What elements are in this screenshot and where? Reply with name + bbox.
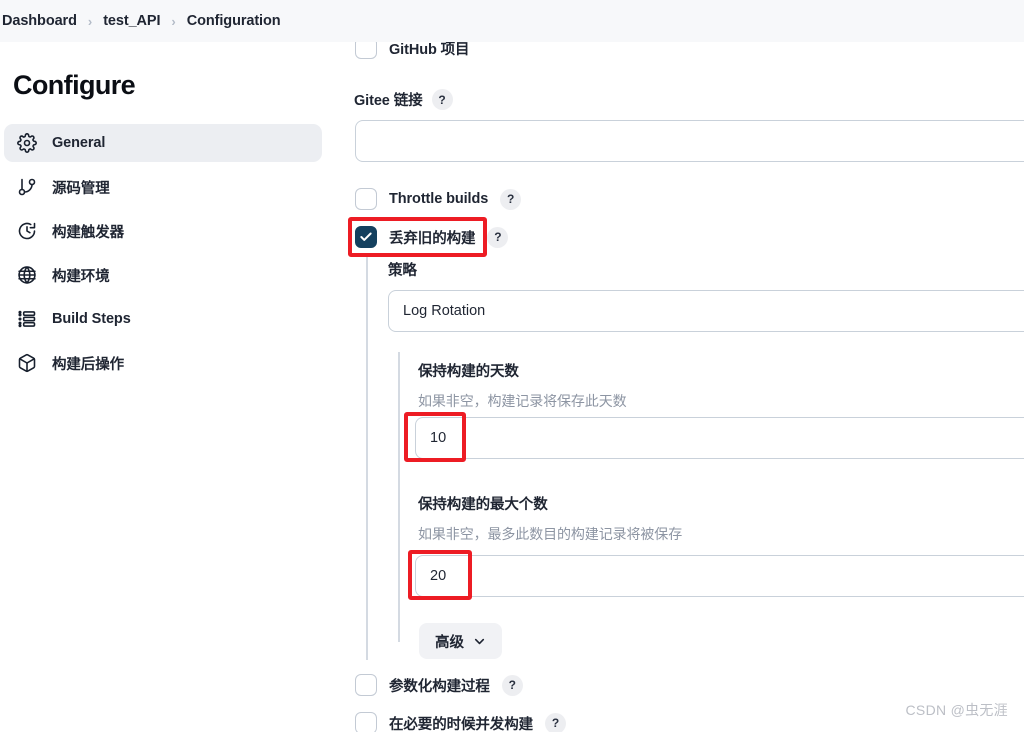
help-icon[interactable]: ? — [545, 712, 566, 732]
discard-old-builds-label: 丢弃旧的构建 — [389, 230, 476, 247]
parameterized-build-label: 参数化构建过程 — [389, 678, 490, 695]
max-builds-to-keep-label: 保持构建的最大个数 — [418, 497, 548, 513]
sidebar-item-label: 构建环境 — [52, 268, 110, 285]
max-builds-to-keep-description: 如果非空，最多此数目的构建记录将被保存 — [418, 526, 683, 542]
sidebar-item-label: Build Steps — [52, 311, 131, 327]
breadcrumb-item-configuration[interactable]: Configuration — [187, 13, 281, 29]
sidebar-item-post-build-actions[interactable]: 构建后操作 — [4, 344, 322, 382]
sidebar-item-build-triggers[interactable]: 构建触发器 — [4, 212, 322, 250]
discard-old-builds-row: 丢弃旧的构建 ? — [355, 226, 509, 248]
sidebar: Configure General 源码管理 构建触发器 构建环境 Build … — [0, 42, 340, 732]
concurrent-build-checkbox[interactable] — [355, 712, 377, 732]
globe-icon — [16, 264, 38, 286]
package-icon — [16, 352, 38, 374]
strategy-select[interactable]: Log Rotation — [388, 290, 1024, 332]
help-icon[interactable]: ? — [500, 188, 522, 210]
max-builds-to-keep-input[interactable] — [415, 555, 1024, 597]
gitee-link-label: Gitee 链接 — [354, 93, 423, 109]
throttle-builds-row: Throttle builds ? — [355, 188, 522, 210]
concurrent-build-row: 在必要的时候并发构建 ? — [355, 712, 566, 732]
breadcrumb-bar: Dashboard › test_API › Configuration — [0, 0, 1024, 42]
throttle-builds-label: Throttle builds — [389, 191, 489, 207]
sidebar-item-general[interactable]: General — [4, 124, 322, 162]
sidebar-item-label: General — [52, 135, 106, 151]
sidebar-item-label: 构建触发器 — [52, 224, 124, 241]
help-icon[interactable]: ? — [487, 226, 509, 248]
parameterized-build-row: 参数化构建过程 ? — [355, 674, 523, 696]
help-icon[interactable]: ? — [501, 674, 523, 696]
gitee-link-label-row: Gitee 链接 ? — [354, 89, 453, 110]
sidebar-item-build-steps[interactable]: Build Steps — [4, 300, 322, 338]
strategy-indent-guide — [398, 352, 400, 642]
configuration-form: GitHub 项目 Gitee 链接 ? Throttle builds ? 丢… — [340, 0, 1024, 732]
git-branch-icon — [16, 176, 38, 198]
advanced-button[interactable]: 高级 — [419, 623, 502, 659]
strategy-label: 策略 — [388, 263, 417, 279]
clock-icon — [16, 220, 38, 242]
steps-list-icon — [16, 308, 38, 330]
breadcrumb-separator-icon: › — [171, 13, 176, 29]
sidebar-item-label: 源码管理 — [52, 180, 110, 197]
days-to-keep-description: 如果非空，构建记录将保存此天数 — [418, 393, 627, 409]
breadcrumb: Dashboard › test_API › Configuration — [0, 13, 281, 29]
breadcrumb-item-test-api[interactable]: test_API — [103, 13, 160, 29]
days-to-keep-label: 保持构建的天数 — [418, 364, 519, 380]
breadcrumb-separator-icon: › — [87, 13, 93, 29]
advanced-button-label: 高级 — [435, 634, 464, 651]
section-indent-guide — [366, 256, 368, 660]
gitee-link-input[interactable] — [355, 120, 1024, 162]
watermark: CSDN @虫无涯 — [905, 702, 1008, 718]
sidebar-item-label: 构建后操作 — [52, 356, 124, 373]
sidebar-item-build-environment[interactable]: 构建环境 — [4, 256, 322, 294]
page-title: Configure — [13, 70, 136, 100]
sidebar-nav: General 源码管理 构建触发器 构建环境 Build Steps 构建后操… — [0, 124, 340, 382]
gear-icon — [16, 132, 38, 154]
parameterized-build-checkbox[interactable] — [355, 674, 377, 696]
help-icon[interactable]: ? — [431, 89, 453, 110]
concurrent-build-label: 在必要的时候并发构建 — [389, 716, 533, 732]
chevron-down-icon — [473, 635, 486, 648]
breadcrumb-item-dashboard[interactable]: Dashboard — [2, 13, 77, 29]
sidebar-item-source-code-management[interactable]: 源码管理 — [4, 168, 322, 206]
discard-old-builds-checkbox[interactable] — [355, 226, 377, 248]
throttle-builds-checkbox[interactable] — [355, 188, 377, 210]
days-to-keep-input[interactable] — [415, 417, 1024, 459]
